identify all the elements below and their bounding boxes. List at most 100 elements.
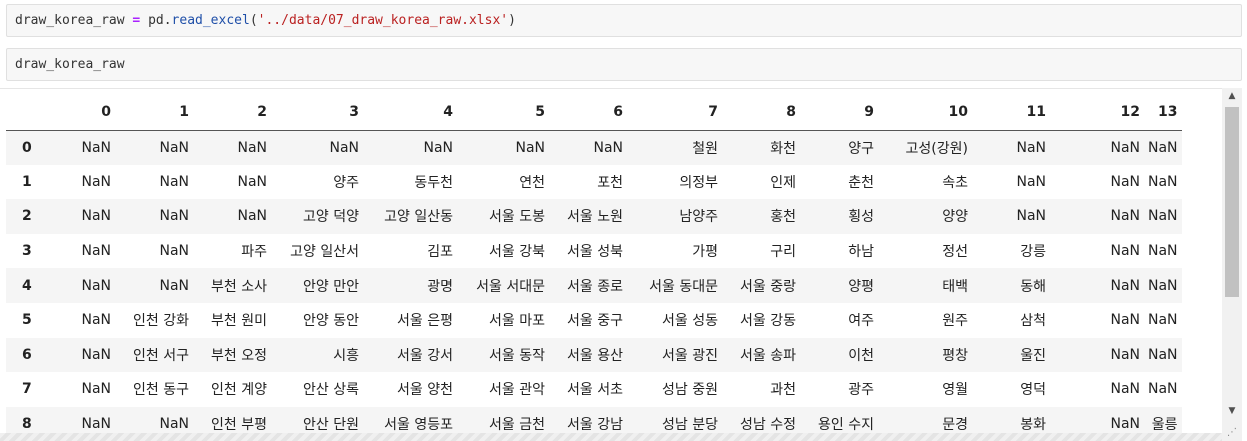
row-index: 7 bbox=[22, 381, 32, 398]
table-cell: 강릉 bbox=[1020, 244, 1046, 261]
scroll-up-icon[interactable]: ▲ bbox=[1222, 88, 1242, 104]
table-cell: 서울 용산 bbox=[567, 347, 623, 364]
table-cell: 고성(강원) bbox=[905, 140, 968, 157]
table-cell: 인천 서구 bbox=[133, 347, 189, 364]
column-header: 0 bbox=[68, 94, 115, 131]
table-cell: NaN bbox=[1148, 173, 1178, 190]
column-header: 13 bbox=[1144, 94, 1182, 131]
table-cell: 서울 송파 bbox=[740, 347, 796, 364]
table-cell: 인천 계양 bbox=[211, 382, 267, 399]
table-cell: 서울 강북 bbox=[489, 244, 545, 261]
table-cell: 서울 성동 bbox=[662, 313, 718, 330]
table-cell: 홍천 bbox=[770, 209, 796, 226]
table-cell: 서울 마포 bbox=[489, 313, 545, 330]
table-cell: NaN bbox=[593, 139, 623, 156]
column-header: 7 bbox=[627, 94, 722, 131]
code-cell-read-excel[interactable]: draw_korea_raw = pd.read_excel('../data/… bbox=[6, 4, 1242, 37]
table-cell: 춘천 bbox=[848, 174, 874, 191]
table-row: 4 NaN NaN 부천 소사 안양 만안 광명 서울 서대문 서울 종로 서울 동대문 서울 중… bbox=[6, 268, 1182, 303]
column-header: 9 bbox=[800, 94, 878, 131]
table-cell: NaN bbox=[1110, 346, 1140, 363]
code-cell-display[interactable]: draw_korea_raw bbox=[6, 48, 1242, 81]
table-cell: 양평 bbox=[848, 278, 874, 295]
table-cell: 서울 서대문 bbox=[476, 278, 545, 295]
table-cell: 서울 강동 bbox=[740, 313, 796, 330]
table-cell: NaN bbox=[1148, 243, 1178, 260]
table-cell: 서울 서초 bbox=[567, 382, 623, 399]
table-cell: NaN bbox=[81, 139, 111, 156]
code-line: draw_korea_raw bbox=[15, 57, 125, 72]
table-cell: 고양 일산서 bbox=[290, 244, 359, 261]
table-row: 1 NaN NaN NaN 양주 동두천 연천 포천 의정부 인제 춘천 속초 NaN NaN NaN bbox=[6, 164, 1182, 200]
table-cell: NaN bbox=[515, 139, 545, 156]
table-cell: 포천 bbox=[597, 174, 623, 191]
table-cell: NaN bbox=[81, 381, 111, 398]
column-header: 12 bbox=[1050, 94, 1144, 131]
table-cell: NaN bbox=[237, 208, 267, 225]
table-row: 6 NaN 인천 서구 부천 오정 시흥 서울 강서 서울 동작 서울 용산 서울 광진 서울 송… bbox=[6, 337, 1182, 373]
table-cell: NaN bbox=[1110, 381, 1140, 398]
table-cell: NaN bbox=[81, 346, 111, 363]
table-cell: 삼척 bbox=[1020, 313, 1046, 330]
header-row: 0 1 2 3 4 5 6 7 8 9 10 11 12 13 bbox=[6, 94, 1182, 131]
table-cell: 성남 중원 bbox=[662, 382, 718, 399]
vertical-scrollbar[interactable]: ▲ ▼ bbox=[1222, 88, 1242, 441]
table-cell: 화천 bbox=[770, 140, 796, 157]
table-cell: 동두천 bbox=[414, 174, 453, 191]
table-cell: 서울 은평 bbox=[397, 313, 453, 330]
column-header: 3 bbox=[271, 94, 363, 131]
table-cell: NaN bbox=[159, 243, 189, 260]
table-cell: NaN bbox=[1110, 312, 1140, 329]
table-cell: NaN bbox=[1016, 139, 1046, 156]
table-cell: 원주 bbox=[942, 313, 968, 330]
column-header: 2 bbox=[193, 94, 271, 131]
table-cell: 안산 상록 bbox=[303, 382, 359, 399]
row-index: 0 bbox=[22, 139, 32, 156]
table-cell: NaN bbox=[159, 208, 189, 225]
table-row: 2 NaN NaN NaN 고양 덕양 고양 일산동 서울 도봉 서울 노원 남양주 홍천 횡성 양양… bbox=[6, 199, 1182, 234]
table-cell: 서울 관악 bbox=[489, 382, 545, 399]
table-cell: 부천 원미 bbox=[211, 313, 267, 330]
table-cell: 고양 일산동 bbox=[384, 209, 453, 226]
table-cell: 서울 강서 bbox=[397, 347, 453, 364]
table-cell: 인천 강화 bbox=[133, 313, 189, 330]
table-cell: 이천 bbox=[848, 347, 874, 364]
table-cell: NaN bbox=[1016, 208, 1046, 225]
table-row: 3 NaN NaN 파주 고양 일산서 김포 서울 강북 서울 성북 가평 구리 하남 정선 강릉 NaN… bbox=[6, 233, 1182, 269]
table-row: 5 NaN 인천 강화 부천 원미 안양 동안 서울 은평 서울 마포 서울 중구 서울 성동 서… bbox=[6, 302, 1182, 338]
table-cell: 서울 동대문 bbox=[649, 278, 718, 295]
table-cell: 연천 bbox=[519, 174, 545, 191]
resize-grip-icon[interactable]: ⋰ bbox=[1222, 425, 1242, 441]
scrollbar-thumb[interactable] bbox=[1225, 107, 1239, 297]
table-cell: NaN bbox=[1110, 139, 1140, 156]
table-cell: 서울 노원 bbox=[567, 209, 623, 226]
table-cell: 안양 동안 bbox=[303, 313, 359, 330]
table-cell: 서울 종로 bbox=[567, 278, 623, 295]
table-cell: 서울 광진 bbox=[662, 347, 718, 364]
table-cell: 과천 bbox=[770, 382, 796, 399]
table-cell: NaN bbox=[81, 312, 111, 329]
column-header: 11 bbox=[972, 94, 1050, 131]
table-cell: NaN bbox=[159, 173, 189, 190]
table-cell: 시흥 bbox=[333, 347, 359, 364]
table-cell: 인제 bbox=[770, 174, 796, 191]
table-cell: NaN bbox=[1110, 173, 1140, 190]
table-cell: NaN bbox=[1110, 243, 1140, 260]
column-header: 8 bbox=[722, 94, 800, 131]
scroll-down-icon[interactable]: ▼ bbox=[1222, 403, 1242, 419]
table-cell: 영월 bbox=[942, 382, 968, 399]
table-cell: NaN bbox=[423, 139, 453, 156]
table-cell: 인천 동구 bbox=[133, 382, 189, 399]
table-cell: 평창 bbox=[942, 347, 968, 364]
table-cell: NaN bbox=[81, 277, 111, 294]
output-area[interactable]: 0 1 2 3 4 5 6 7 8 9 10 11 12 13 0 NaN NaN N… bbox=[0, 88, 1222, 441]
code-token-function: read_excel bbox=[171, 13, 250, 28]
column-header: 5 bbox=[457, 94, 549, 131]
table-cell: 서울 도봉 bbox=[489, 209, 545, 226]
code-token-string: '../data/07_draw_korea_raw.xlsx' bbox=[257, 13, 509, 28]
dataframe-table: 0 1 2 3 4 5 6 7 8 9 10 11 12 13 0 NaN NaN N… bbox=[6, 94, 1182, 441]
table-cell: 광명 bbox=[427, 278, 453, 295]
table-cell: 양양 bbox=[942, 209, 968, 226]
table-cell: 동해 bbox=[1020, 278, 1046, 295]
table-cell: NaN bbox=[237, 139, 267, 156]
